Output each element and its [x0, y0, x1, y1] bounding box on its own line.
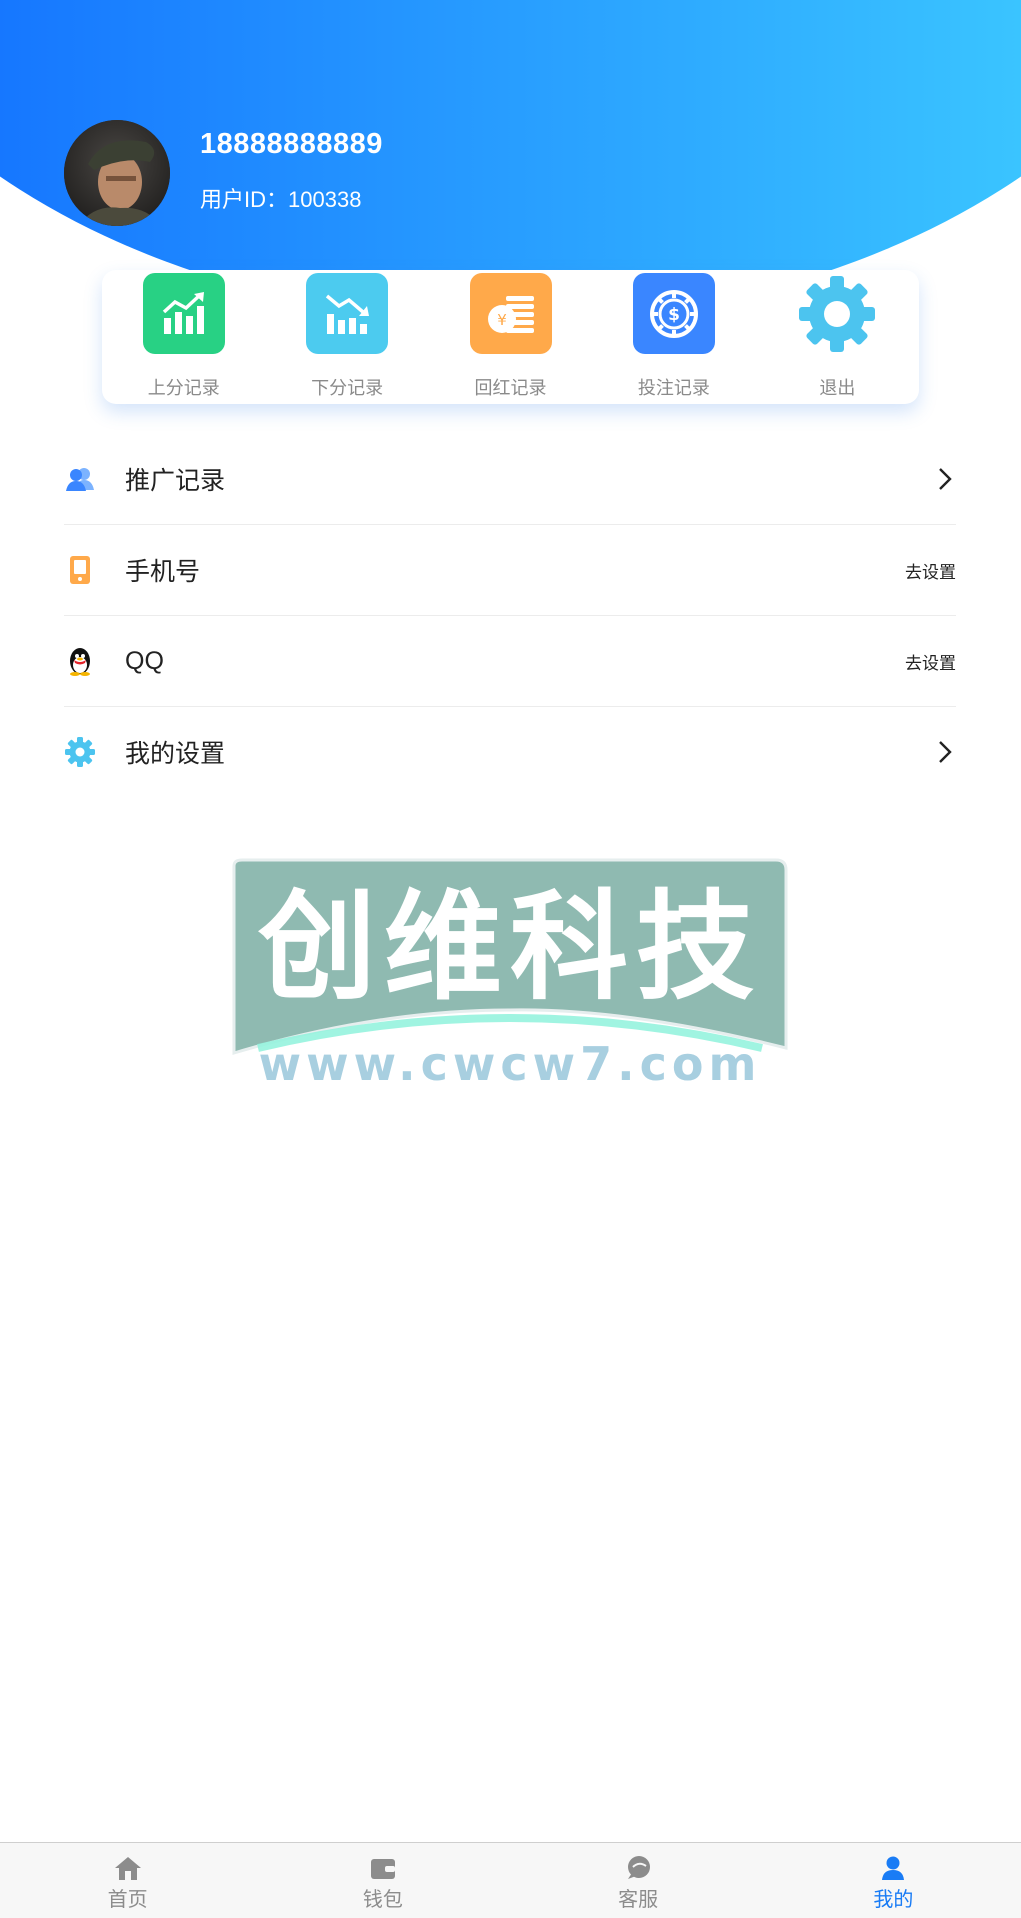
watermark-url: www.cwcw7.com — [259, 1037, 762, 1090]
wallet-icon — [369, 1855, 397, 1881]
quick-action-label: 回红记录 — [474, 378, 547, 398]
users-icon — [64, 463, 96, 495]
tab-home[interactable]: 首页 — [0, 1843, 255, 1918]
watermark-title: 创维科技 — [258, 878, 762, 1016]
gear-icon — [796, 273, 878, 354]
quick-action-label: 上分记录 — [147, 378, 220, 398]
quick-action-label: 退出 — [819, 378, 856, 398]
bottom-navigation: 首页 钱包 客服 我的 — [0, 1842, 1021, 1918]
chat-bubble-icon — [624, 1855, 652, 1881]
quick-action-label: 下分记录 — [311, 378, 384, 398]
user-id-line: 用户ID：100338 — [200, 182, 361, 214]
user-id-value: 100338 — [288, 187, 362, 212]
tab-label: 我的 — [873, 1889, 914, 1911]
svg-text:$: $ — [668, 305, 680, 325]
menu-item-label: 推广记录 — [125, 467, 226, 495]
qq-penguin-icon — [64, 645, 96, 677]
avatar[interactable] — [64, 120, 170, 226]
tab-customer-service[interactable]: 客服 — [511, 1843, 766, 1918]
person-icon — [879, 1855, 907, 1881]
menu-item-my-settings[interactable]: 我的设置 — [64, 707, 956, 797]
menu-item-label: 手机号 — [125, 558, 201, 586]
quick-action-logout[interactable]: 退出 — [756, 270, 919, 404]
quick-action-withdraw-records[interactable]: 下分记录 — [265, 270, 428, 404]
tab-label: 首页 — [107, 1889, 148, 1911]
menu-item-qq[interactable]: QQ 去设置 — [64, 616, 956, 707]
quick-action-deposit-records[interactable]: 上分记录 — [102, 270, 265, 404]
go-set-link[interactable]: 去设置 — [905, 649, 956, 674]
dollar-chip-icon: $ — [632, 273, 715, 354]
menu-item-label: 我的设置 — [125, 740, 226, 768]
quick-action-label: 投注记录 — [637, 378, 710, 398]
quick-action-bet-records[interactable]: $ 投注记录 — [592, 270, 755, 404]
home-icon — [114, 1855, 142, 1881]
settings-menu: 推广记录 手机号 去设置 QQ 去设置 我的设置 — [64, 434, 956, 797]
mobile-phone-icon — [64, 554, 96, 586]
chevron-right-icon — [934, 465, 956, 493]
menu-item-promotion-records[interactable]: 推广记录 — [64, 434, 956, 525]
quick-action-bonus-records[interactable]: ¥ 回红记录 — [429, 270, 592, 404]
trend-down-chart-icon — [306, 273, 389, 354]
gear-icon — [64, 736, 96, 768]
user-phone: 18888888889 — [200, 128, 383, 160]
chevron-right-icon — [934, 738, 956, 766]
profile-page: 18888888889 用户ID：100338 上分记录 下分记录 ¥ 回红记录… — [0, 0, 1021, 1918]
tab-wallet[interactable]: 钱包 — [255, 1843, 510, 1918]
coins-yen-icon: ¥ — [469, 273, 552, 354]
trend-up-chart-icon — [142, 273, 225, 354]
user-id-label: 用户ID： — [200, 187, 289, 212]
tab-mine[interactable]: 我的 — [766, 1843, 1021, 1918]
go-set-link[interactable]: 去设置 — [905, 558, 956, 583]
tab-label: 钱包 — [362, 1889, 403, 1911]
svg-text:¥: ¥ — [497, 311, 507, 329]
quick-actions-card: 上分记录 下分记录 ¥ 回红记录 $ 投注记录 退出 — [102, 270, 919, 404]
menu-item-label: QQ — [125, 646, 164, 675]
tab-label: 客服 — [618, 1889, 659, 1911]
watermark-logo: 创维科技 www.cwcw7.com — [228, 858, 792, 1091]
menu-item-phone-number[interactable]: 手机号 去设置 — [64, 525, 956, 616]
